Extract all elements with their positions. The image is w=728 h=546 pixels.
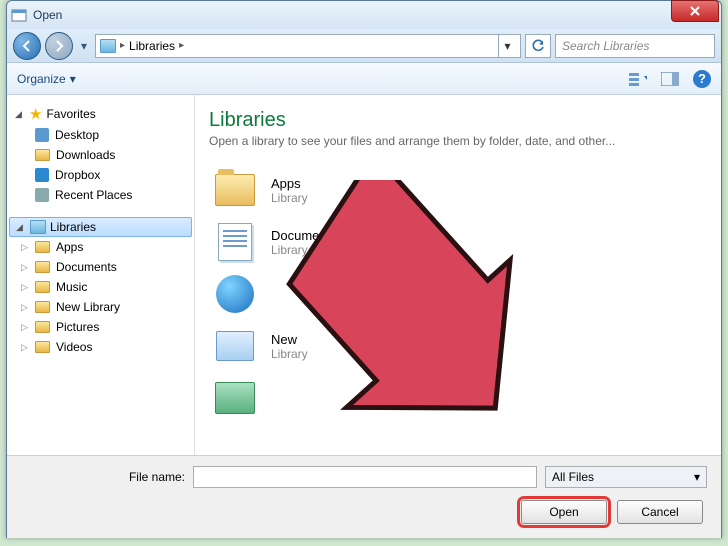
- close-button[interactable]: [671, 0, 719, 22]
- content-subtext: Open a library to see your files and arr…: [209, 134, 707, 148]
- bottom-panel: File name: All Files ▾ Open Cancel: [7, 455, 721, 538]
- tree-item-new-library[interactable]: ▷New Library: [9, 297, 192, 317]
- library-item[interactable]: [209, 268, 707, 320]
- tree-item-recent-places[interactable]: Recent Places: [9, 185, 192, 205]
- tree-item-pictures[interactable]: ▷Pictures: [9, 317, 192, 337]
- breadcrumb-bar[interactable]: ▸ Libraries ▸ ▾: [95, 34, 521, 58]
- chevron-down-icon: ▾: [70, 72, 76, 86]
- tree-item-desktop[interactable]: Desktop: [9, 125, 192, 145]
- titlebar: Open: [7, 1, 721, 29]
- file-type-filter[interactable]: All Files ▾: [545, 466, 707, 488]
- expand-icon: ▷: [21, 342, 29, 353]
- printer-icon: [213, 326, 257, 366]
- collapse-icon: ◢: [16, 222, 26, 233]
- body-area: ◢ ★ Favorites Desktop Downloads Dropbox …: [7, 95, 721, 455]
- preview-pane-button[interactable]: [661, 70, 679, 88]
- address-bar-row: ▾ ▸ Libraries ▸ ▾ Search Libraries: [7, 29, 721, 63]
- cancel-button[interactable]: Cancel: [617, 500, 703, 524]
- libraries-icon: [100, 39, 116, 53]
- folder-icon: [35, 149, 50, 161]
- tree-item-videos[interactable]: ▷Videos: [9, 337, 192, 357]
- view-options-button[interactable]: [629, 70, 647, 88]
- open-dialog-window: Open ▾ ▸ Libraries ▸ ▾ Search Libraries: [6, 0, 722, 538]
- breadcrumb-location[interactable]: Libraries: [129, 39, 175, 53]
- app-icon: [11, 7, 27, 23]
- breadcrumb-dropdown[interactable]: ▾: [498, 35, 516, 57]
- window-title: Open: [33, 8, 62, 22]
- refresh-button[interactable]: [525, 34, 551, 58]
- tree-item-apps[interactable]: ▷Apps: [9, 237, 192, 257]
- forward-button[interactable]: [45, 32, 73, 60]
- help-button[interactable]: ?: [693, 70, 711, 88]
- back-button[interactable]: [13, 32, 41, 60]
- breadcrumb-separator-icon: ▸: [120, 40, 125, 51]
- expand-icon: ▷: [21, 282, 29, 293]
- expand-icon: ▷: [21, 242, 29, 253]
- folder-icon: [213, 170, 257, 210]
- tree-header-libraries[interactable]: ◢ Libraries: [9, 217, 192, 237]
- desktop-icon: [35, 128, 49, 142]
- dropbox-icon: [35, 168, 49, 182]
- expand-icon: ▷: [21, 262, 29, 273]
- recent-icon: [35, 188, 49, 202]
- filename-label: File name:: [21, 470, 185, 484]
- folder-icon: [35, 301, 50, 313]
- content-heading: Libraries: [209, 109, 707, 132]
- search-placeholder: Search Libraries: [562, 39, 649, 53]
- breadcrumb-separator-icon: ▸: [179, 40, 184, 51]
- library-item-apps[interactable]: AppsLibrary: [209, 164, 707, 216]
- tree-item-documents[interactable]: ▷Documents: [9, 257, 192, 277]
- folder-icon: [35, 281, 50, 293]
- documents-icon: [213, 222, 257, 262]
- organize-menu[interactable]: Organize ▾: [17, 72, 76, 86]
- content-pane: Libraries Open a library to see your fil…: [195, 95, 721, 455]
- folder-icon: [35, 241, 50, 253]
- library-item-documents[interactable]: DocumentsLibrary: [209, 216, 707, 268]
- expand-icon: ▷: [21, 322, 29, 333]
- tree-item-music[interactable]: ▷Music: [9, 277, 192, 297]
- nav-history-dropdown[interactable]: ▾: [77, 35, 91, 57]
- collapse-icon: ◢: [15, 109, 25, 120]
- library-item-new[interactable]: NewLibrary: [209, 320, 707, 372]
- toolbar: Organize ▾ ?: [7, 63, 721, 95]
- tree-item-downloads[interactable]: Downloads: [9, 145, 192, 165]
- chevron-down-icon: ▾: [694, 470, 700, 484]
- tree-item-dropbox[interactable]: Dropbox: [9, 165, 192, 185]
- pictures-icon: [213, 378, 257, 418]
- libraries-icon: [30, 220, 46, 234]
- folder-icon: [35, 261, 50, 273]
- globe-icon: [213, 274, 257, 314]
- library-item[interactable]: [209, 372, 707, 424]
- expand-icon: ▷: [21, 302, 29, 313]
- tree-header-favorites[interactable]: ◢ ★ Favorites: [9, 103, 192, 125]
- folder-icon: [35, 341, 50, 353]
- open-button[interactable]: Open: [521, 500, 607, 524]
- search-input[interactable]: Search Libraries: [555, 34, 715, 58]
- filename-input[interactable]: [193, 466, 537, 488]
- navigation-tree: ◢ ★ Favorites Desktop Downloads Dropbox …: [7, 95, 195, 455]
- star-icon: ★: [29, 105, 42, 123]
- folder-icon: [35, 321, 50, 333]
